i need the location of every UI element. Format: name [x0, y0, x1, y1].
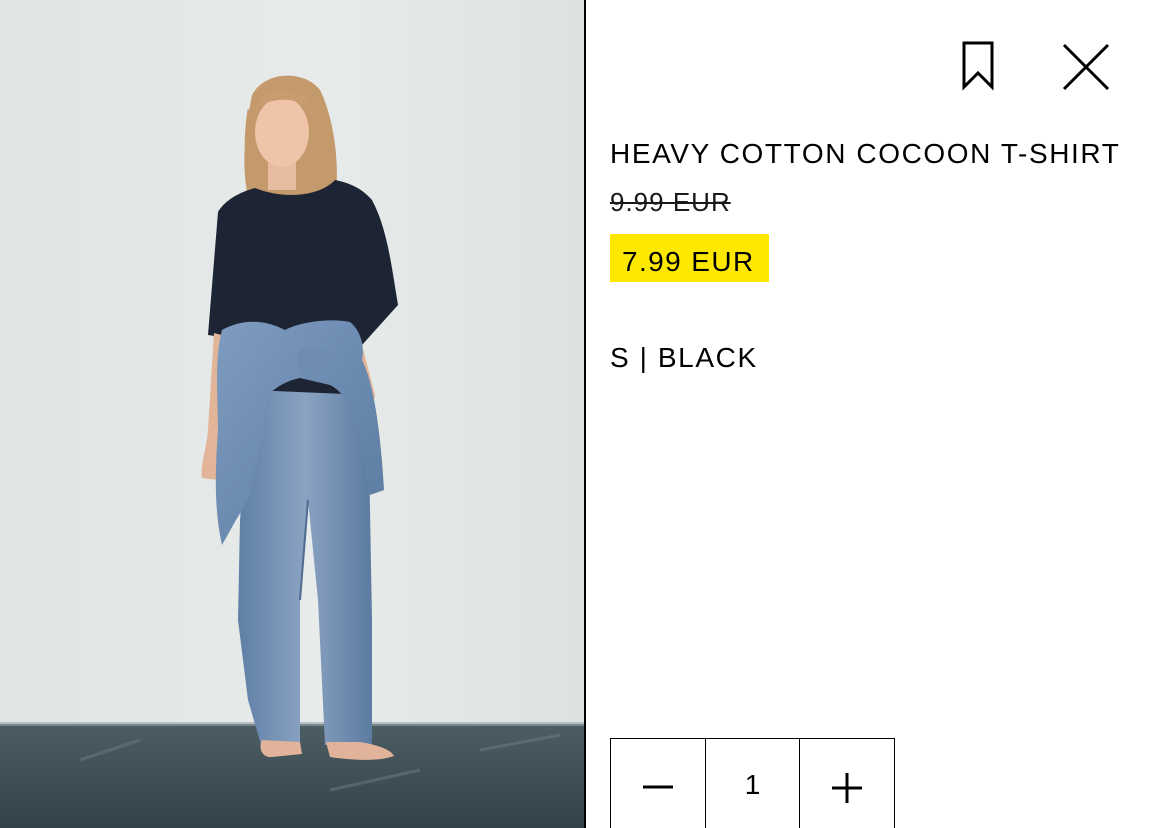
bookmark-icon [962, 41, 994, 91]
product-details-panel: HEAVY COTTON COCOON T-SHIRT 9.99 EUR 7.9… [586, 0, 1170, 828]
product-title: HEAVY COTTON COCOON T-SHIRT [610, 138, 1121, 169]
bookmark-button[interactable] [956, 38, 1000, 94]
plus-icon [831, 773, 862, 803]
selected-variant: S | BLACK [610, 342, 758, 373]
quantity-stepper: 1 [610, 738, 895, 828]
minus-icon [643, 785, 673, 789]
decrement-button[interactable] [611, 739, 705, 828]
increment-button[interactable] [799, 739, 893, 828]
product-image [0, 0, 585, 828]
quantity-value[interactable]: 1 [705, 739, 799, 828]
product-quick-view: HEAVY COTTON COCOON T-SHIRT 9.99 EUR 7.9… [0, 0, 1170, 828]
close-button[interactable] [1058, 40, 1114, 94]
model-photo-illustration [0, 75, 585, 828]
original-price: 9.99 EUR [610, 187, 731, 217]
close-icon [1062, 43, 1110, 91]
sale-price: 7.99 EUR [610, 234, 769, 282]
